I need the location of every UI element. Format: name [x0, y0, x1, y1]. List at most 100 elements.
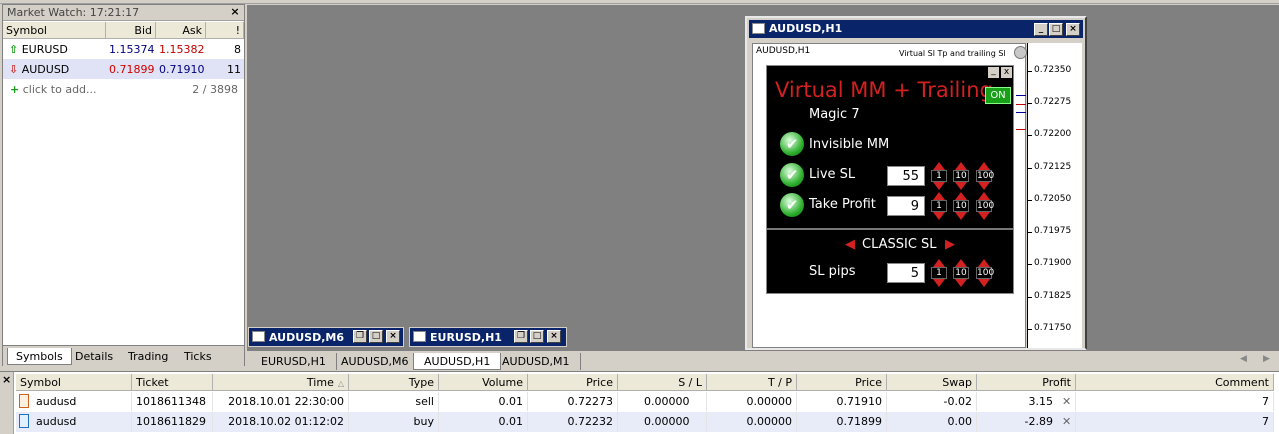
- live-sl-stepper-10[interactable]: 10: [953, 162, 969, 192]
- take-profit-stepper-1[interactable]: 1: [931, 192, 947, 222]
- step-label: 100: [976, 200, 995, 212]
- price-tick: 0.71900: [1028, 258, 1083, 268]
- column-header-bid[interactable]: Bid: [106, 22, 156, 39]
- take-profit-check-icon[interactable]: ✔: [780, 193, 804, 217]
- panel-minimize-icon[interactable]: _: [988, 67, 999, 78]
- close-icon[interactable]: ×: [2, 373, 11, 386]
- column-header-time[interactable]: Time △: [213, 374, 349, 391]
- panel-close-icon[interactable]: x: [1001, 67, 1012, 78]
- chart-tab-active[interactable]: AUDUSD,H1: [413, 353, 502, 370]
- take-profit-stepper-100[interactable]: 100: [976, 192, 995, 222]
- invisible-mm-check-icon[interactable]: ✔: [780, 132, 804, 156]
- column-header-tp[interactable]: T / P: [707, 374, 797, 391]
- spread-value: 11: [227, 63, 241, 76]
- price-cell: 0.72273: [528, 392, 618, 411]
- market-row[interactable]: ⇧ EURUSD 1.15374 1.15382 8: [3, 39, 244, 59]
- close-icon[interactable]: ×: [229, 6, 241, 18]
- column-header-swap[interactable]: Swap: [887, 374, 977, 391]
- market-watch-title: Market Watch: 17:21:17: [3, 5, 244, 21]
- column-header-symbol[interactable]: Symbol: [3, 22, 106, 39]
- tab-trading[interactable]: Trading: [120, 348, 176, 365]
- column-header-profit[interactable]: Profit: [977, 374, 1076, 391]
- column-header-symbol[interactable]: Symbol: [16, 374, 132, 391]
- price-line: [1016, 104, 1026, 105]
- minimized-window[interactable]: EURUSD,H1 ❐ □ ×: [409, 327, 567, 347]
- close-icon[interactable]: ×: [547, 330, 561, 343]
- maximize-icon[interactable]: □: [530, 330, 544, 343]
- chart-symbol-label: AUDUSD,H1: [756, 46, 811, 56]
- minimize-icon[interactable]: _: [1034, 23, 1048, 36]
- restore-icon[interactable]: ❐: [353, 330, 367, 343]
- chart-tab[interactable]: AUDUSD,M6: [331, 353, 420, 370]
- tab-ticks[interactable]: Ticks: [176, 348, 220, 365]
- sl-pips-stepper-10[interactable]: 10: [953, 259, 969, 289]
- sl-pips-label: SL pips: [809, 264, 856, 279]
- chart-tab[interactable]: EURUSD,H1: [251, 353, 337, 370]
- sl-pips-stepper-100[interactable]: 100: [976, 259, 995, 289]
- take-profit-input[interactable]: 9: [887, 196, 925, 216]
- type-cell: buy: [349, 412, 439, 431]
- table-row[interactable]: audusd 1018611829 2018.10.02 01:12:02 bu…: [16, 412, 1274, 432]
- minimized-window[interactable]: AUDUSD,M6 ❐ □ ×: [248, 327, 404, 347]
- step-label: 1: [931, 267, 947, 279]
- live-sl-input[interactable]: 55: [887, 166, 925, 186]
- close-order-icon[interactable]: ✕: [1062, 395, 1071, 408]
- column-header-ask[interactable]: Ask: [156, 22, 206, 39]
- tp-cell: 0.00000: [707, 392, 797, 411]
- column-header-ticket[interactable]: Ticket: [132, 374, 213, 391]
- live-sl-stepper-1[interactable]: 1: [931, 162, 947, 192]
- scroll-right-icon[interactable]: ▶: [1263, 354, 1270, 364]
- column-header-current-price[interactable]: Price: [797, 374, 887, 391]
- market-row[interactable]: ⇩ AUDUSD 0.71899 0.71910 11: [3, 59, 244, 79]
- restore-icon[interactable]: ❐: [514, 330, 528, 343]
- close-icon[interactable]: ×: [1066, 23, 1080, 36]
- column-header-type[interactable]: Type: [349, 374, 439, 391]
- on-toggle[interactable]: ON: [985, 87, 1011, 104]
- chart-tab[interactable]: AUDUSD,M1: [492, 353, 581, 370]
- mode-next-icon[interactable]: ▶: [945, 237, 955, 252]
- live-sl-stepper-100[interactable]: 100: [976, 162, 994, 192]
- price-tick: 0.72350: [1028, 65, 1083, 75]
- ask-value: 1.15382: [159, 43, 205, 56]
- price-tick: 0.71825: [1028, 291, 1083, 301]
- column-header-sl[interactable]: S / L: [618, 374, 707, 391]
- column-header-volume[interactable]: Volume: [439, 374, 528, 391]
- take-profit-label: Take Profit: [809, 197, 876, 212]
- market-watch-tabs: Symbols Details Trading Ticks: [3, 345, 244, 367]
- column-header-price[interactable]: Price: [528, 374, 618, 391]
- tab-symbols[interactable]: Symbols: [7, 348, 72, 365]
- step-label: 100: [976, 267, 995, 279]
- time-cell: 2018.10.01 22:30:00: [213, 392, 349, 411]
- order-symbol: audusd: [36, 415, 77, 428]
- arrow-down-icon: ⇩: [9, 63, 19, 76]
- mode-prev-icon[interactable]: ◀: [845, 237, 855, 252]
- ea-smiley-icon: [1014, 46, 1027, 59]
- chart-window-titlebar[interactable]: AUDUSD,H1 _ □ ×: [749, 20, 1083, 38]
- maximize-icon[interactable]: □: [369, 330, 383, 343]
- column-header-comment[interactable]: Comment: [1076, 374, 1274, 391]
- column-header-spread[interactable]: !: [206, 22, 244, 39]
- table-row[interactable]: audusd 1018611348 2018.10.01 22:30:00 se…: [16, 392, 1274, 412]
- maximize-icon[interactable]: □: [1049, 23, 1063, 36]
- swap-cell: 0.00: [887, 412, 977, 431]
- close-order-icon[interactable]: ✕: [1062, 415, 1071, 428]
- plus-icon: +: [10, 83, 20, 96]
- step-label: 10: [953, 170, 969, 182]
- add-symbol-row[interactable]: + click to add... 2 / 3898: [3, 79, 244, 99]
- sl-pips-input[interactable]: 5: [887, 263, 925, 283]
- sl-pips-stepper-1[interactable]: 1: [931, 259, 947, 289]
- tab-details[interactable]: Details: [67, 348, 121, 365]
- sl-cell: 0.00000: [618, 392, 707, 411]
- type-cell: sell: [349, 392, 439, 411]
- live-sl-check-icon[interactable]: ✔: [780, 163, 804, 187]
- add-symbol-label: click to add...: [22, 83, 97, 96]
- close-icon[interactable]: ×: [386, 330, 400, 343]
- price-line: [1016, 95, 1026, 96]
- bid-value: 0.71899: [109, 63, 155, 76]
- swap-cell: -0.02: [887, 392, 977, 411]
- scroll-left-icon[interactable]: ◀: [1240, 354, 1247, 364]
- ticket-cell: 1018611829: [132, 412, 213, 431]
- take-profit-stepper-10[interactable]: 10: [953, 192, 969, 222]
- symbol-cell: audusd: [16, 412, 132, 431]
- chart-icon: [752, 23, 765, 34]
